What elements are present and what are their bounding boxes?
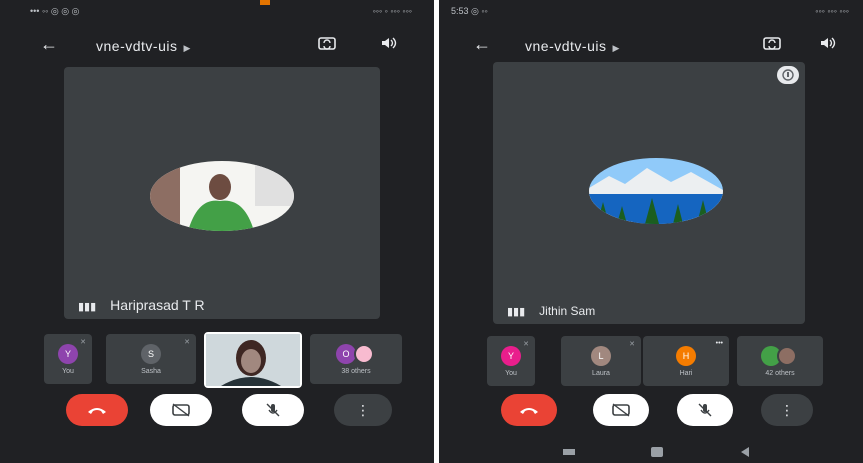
speaker-name-label: ▮▮▮ Jithin Sam [507,304,595,318]
back-arrow-icon[interactable]: ← [40,34,58,55]
call-controls: ⋮ [439,394,863,434]
status-right: ◦◦◦ ◦ ◦◦◦ ◦◦◦ [372,6,412,16]
participant-name: Hari [679,370,693,377]
mic-off-icon: ✕ [184,339,190,346]
participant-name: 42 others [765,370,795,377]
participant-tile[interactable]: L ✕ Laura [561,336,641,386]
system-nav-bar [0,441,434,463]
status-left: ••• ◦◦ ◎ ◎ ◎ [30,6,80,16]
participant-avatar-secondary [354,344,374,364]
mic-icon [698,403,712,417]
orange-mark [260,0,270,5]
status-bar: 5:53 ◎ ◦◦ ◦◦◦ ◦◦◦ ◦◦◦ [439,6,863,20]
participant-tile[interactable]: H ••• Hari [643,336,729,386]
participant-avatar: L [591,346,611,366]
more-options-button[interactable]: ⋮ [334,394,392,426]
mic-button[interactable] [242,394,304,426]
self-video-preview [206,334,300,386]
meeting-title[interactable]: vne-vdtv-uis ▶ [96,38,191,54]
top-bar: ← vne-vdtv-uis ▶ [0,30,434,60]
participant-tile[interactable]: Y ✕ You [487,336,535,386]
participant-name: You [505,370,517,377]
camera-icon [172,403,190,417]
main-video-tile[interactable]: ▮▮▮ Jithin Sam [493,62,805,324]
end-call-button[interactable] [66,394,128,426]
switch-camera-icon[interactable] [763,36,781,50]
mic-off-icon: ✕ [629,341,635,348]
end-call-icon [88,408,106,414]
main-video-tile[interactable]: ▮▮▮ Hariprasad T R [64,67,380,319]
end-call-icon [520,408,538,414]
system-nav-bar [439,441,863,463]
speaker-icon[interactable] [819,36,837,50]
recents-icon[interactable] [563,449,575,455]
mic-off-icon: ✕ [523,341,529,348]
back-nav-icon[interactable] [741,447,749,457]
participant-tile[interactable]: S ✕ Sasha [106,334,196,384]
participant-tile[interactable]: Y ✕ You [44,334,92,384]
participant-tile[interactable]: 42 others [737,336,823,386]
participant-avatar-secondary [777,346,797,366]
more-options-button[interactable]: ⋮ [761,394,813,426]
self-video-tile[interactable] [204,332,302,388]
meeting-title[interactable]: vne-vdtv-uis ▶ [525,38,620,54]
camera-button[interactable] [593,394,649,426]
speaker-name: Hariprasad T R [110,297,205,313]
call-controls: ⋮ [0,394,434,434]
participant-name: Laura [592,370,610,377]
camera-button[interactable] [150,394,212,426]
participant-avatar: Y [501,346,521,366]
more-vertical-icon: ⋮ [780,401,794,418]
participant-strip: Y ✕ You S ✕ Sasha O 38 others [0,332,434,388]
participant-tile[interactable]: O 38 others [310,334,402,384]
participant-name: 38 others [341,368,371,375]
camera-icon [612,403,630,417]
participant-avatar: O [336,344,356,364]
meeting-code: vne-vdtv-uis [96,38,178,54]
right-phone-screen: 5:53 ◎ ◦◦ ◦◦◦ ◦◦◦ ◦◦◦ ← vne-vdtv-uis ▶ ▮… [439,0,863,463]
top-bar: ← vne-vdtv-uis ▶ [439,30,863,60]
speaker-name-label: ▮▮▮ Hariprasad T R [78,297,205,313]
audio-level-icon: ▮▮▮ [78,301,97,313]
meeting-code: vne-vdtv-uis [525,38,607,54]
chevron-right-icon: ▶ [183,43,191,53]
back-arrow-icon[interactable]: ← [473,34,491,55]
status-left: 5:53 ◎ ◦◦ [451,6,488,16]
participant-name: You [62,368,74,375]
more-horizontal-icon[interactable]: ••• [716,340,723,347]
audio-level-icon: ▮▮▮ [507,306,526,318]
participant-name: Sasha [141,368,161,375]
speaker-avatar [589,158,723,224]
participant-strip: Y ✕ You L ✕ Laura H ••• Hari 42 others [439,336,863,390]
participant-avatar: H [676,346,696,366]
speaker-avatar [150,161,294,231]
end-call-button[interactable] [501,394,557,426]
mic-off-icon: ✕ [80,339,86,346]
status-right: ◦◦◦ ◦◦◦ ◦◦◦ [815,6,849,16]
speaker-icon[interactable] [380,36,398,50]
mic-indicator-icon [777,66,799,84]
participant-avatar: Y [58,344,78,364]
mic-button[interactable] [677,394,733,426]
mic-icon [266,403,280,417]
chevron-right-icon: ▶ [612,43,620,53]
left-phone-screen: ••• ◦◦ ◎ ◎ ◎ ◦◦◦ ◦ ◦◦◦ ◦◦◦ ← vne-vdtv-ui… [0,0,434,463]
home-icon[interactable] [651,447,663,457]
status-bar: ••• ◦◦ ◎ ◎ ◎ ◦◦◦ ◦ ◦◦◦ ◦◦◦ [0,6,434,20]
speaker-name: Jithin Sam [539,304,596,318]
participant-avatar: S [141,344,161,364]
switch-camera-icon[interactable] [318,36,336,50]
more-vertical-icon: ⋮ [356,401,370,418]
